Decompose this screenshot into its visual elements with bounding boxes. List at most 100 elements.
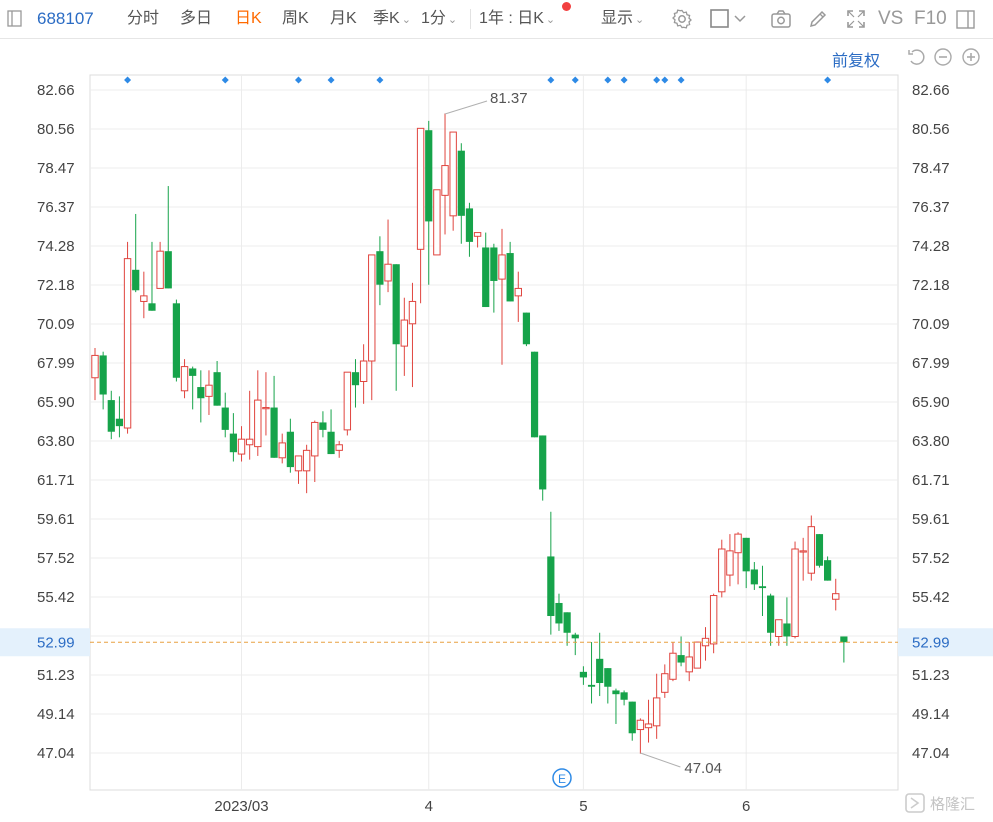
event-marker-icon (376, 76, 384, 84)
y-tick-label-left: 82.66 (37, 82, 75, 99)
y-tick-label-right: 61.71 (912, 472, 950, 489)
candle-body-down (579, 671, 587, 678)
candle-body-down (229, 433, 237, 453)
candle-body-down (587, 684, 596, 687)
y-tick-label-left: 65.90 (37, 394, 75, 411)
candle-body-up (514, 287, 522, 297)
candle-body-up (368, 254, 376, 362)
y-tick-label-right: 47.04 (912, 745, 950, 762)
y-tick-label-right: 72.18 (912, 277, 950, 294)
event-marker-icon (661, 76, 669, 84)
candle-body-down (319, 422, 327, 430)
event-marker-icon (124, 76, 132, 84)
candle-body-down (815, 534, 824, 566)
candle-body-down (506, 253, 514, 302)
candle-body-up (799, 550, 807, 553)
candle-body-down (270, 407, 278, 458)
candle-body-down (490, 247, 498, 281)
candle-body-down (189, 368, 197, 376)
candle-body-up (718, 548, 726, 593)
candle-body-down (99, 355, 107, 395)
svg-text:格隆汇: 格隆汇 (930, 795, 975, 813)
e-badge-label: E (558, 772, 566, 786)
candle-body-down (115, 418, 124, 427)
candle-body-up (123, 258, 132, 429)
candle-body-down (555, 602, 563, 624)
x-tick-label: 5 (579, 798, 587, 815)
candle-body-down (522, 312, 531, 345)
y-tick-label-right: 57.52 (912, 550, 950, 567)
candle-body-down (197, 387, 205, 399)
candle-body-up (709, 595, 718, 645)
y-tick-label-right: 51.23 (912, 667, 950, 684)
y-tick-label-left: 78.47 (37, 160, 75, 177)
candle-body-down (221, 407, 229, 430)
candle-body-down (571, 634, 579, 639)
y-tick-label-right: 80.56 (912, 121, 950, 138)
y-tick-label-left: 67.99 (37, 355, 75, 372)
candle-body-up (669, 652, 677, 680)
candlestick-chart[interactable]: 82.66 82.66 80.56 80.56 78.47 78.47 76.37 76.37… (0, 0, 993, 822)
y-tick-label-left: 72.18 (37, 277, 75, 294)
current-price-label-left: 52.99 (37, 634, 75, 651)
candle-body-up (636, 719, 645, 731)
candle-body-down (164, 251, 172, 289)
candle-body-up (311, 421, 319, 457)
candle-body-up (473, 232, 482, 237)
candle-body-down (132, 269, 140, 291)
annotation-leader (444, 100, 488, 115)
candle-body-down (351, 372, 360, 386)
y-tick-label-left: 76.37 (37, 199, 75, 216)
y-tick-label-right: 70.09 (912, 316, 950, 333)
candle-body-up (661, 673, 669, 693)
y-tick-label-right: 63.80 (912, 433, 950, 450)
candle-body-down (376, 251, 384, 285)
candle-body-up (294, 455, 303, 472)
candle-body-up (441, 165, 449, 196)
candle-body-up (685, 656, 693, 673)
candle-body-down (465, 208, 474, 242)
candle-body-down (767, 595, 775, 633)
event-marker-icon (327, 76, 335, 84)
candle-body-down (620, 692, 628, 700)
candle-body-down (758, 586, 767, 589)
candle-body-down (750, 569, 758, 585)
candle-body-up (449, 131, 457, 217)
x-tick-label: 2023/03 (214, 798, 268, 815)
annotation-high-label: 81.37 (490, 90, 528, 107)
y-tick-label-right: 49.14 (912, 706, 950, 723)
y-tick-label-left: 49.14 (37, 706, 75, 723)
y-tick-label-right: 65.90 (912, 394, 950, 411)
candle-body-up (400, 319, 409, 347)
candle-body-up (807, 526, 816, 574)
event-marker-icon (571, 76, 579, 84)
plot-frame (89, 74, 899, 791)
candle-body-down (286, 431, 294, 468)
candle-body-up (832, 593, 840, 600)
candle-body-up (254, 399, 262, 448)
candle-body-down (604, 668, 612, 687)
event-marker-icon (547, 76, 555, 84)
y-tick-label-right: 59.61 (912, 511, 950, 528)
event-marker-icon (824, 76, 832, 84)
candle-body-down (148, 303, 156, 311)
y-tick-label-right: 74.28 (912, 238, 950, 255)
annotation-low-label: 47.04 (684, 760, 722, 777)
candle-body-up (498, 254, 506, 280)
y-tick-label-left: 63.80 (37, 433, 75, 450)
event-marker-icon (620, 76, 628, 84)
event-marker-icon (221, 76, 229, 84)
y-tick-label-right: 76.37 (912, 199, 950, 216)
x-tick-label: 4 (425, 798, 433, 815)
candle-body-up (91, 354, 99, 379)
candle-body-down (612, 690, 620, 695)
y-tick-label-left: 74.28 (37, 238, 75, 255)
candle-body-down (172, 303, 180, 378)
y-tick-label-right: 55.42 (912, 589, 950, 606)
y-tick-label-left: 61.71 (37, 472, 75, 489)
candle-body-up (302, 449, 311, 472)
candle-body-down (530, 351, 539, 438)
candle-body-up (262, 407, 270, 410)
candle-body-down (742, 537, 750, 572)
event-marker-icon (295, 76, 302, 84)
